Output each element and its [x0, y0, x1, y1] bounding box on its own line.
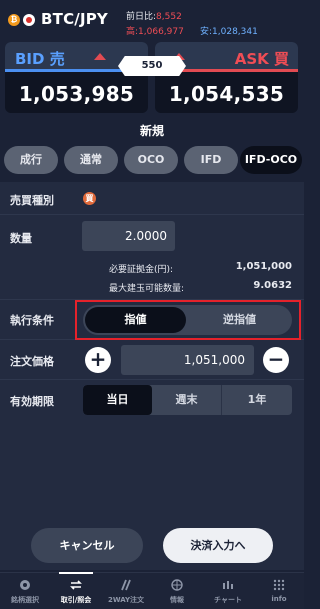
expiry-row: 有効期限 当日 週末 1年 — [0, 380, 304, 420]
nav-label: チャート — [214, 596, 242, 604]
2way-icon — [121, 579, 131, 591]
spread-badge: 550 — [118, 56, 186, 76]
margin-label: 必要証拠金(円): — [109, 265, 174, 275]
low-stat: 安:1,028,341 — [200, 24, 258, 37]
nav-more-info[interactable]: info — [254, 573, 304, 609]
tab-market[interactable]: 成行 — [4, 146, 58, 174]
order-type-tabs: 成行 通常 OCO IFD IFD-OCO — [0, 146, 304, 176]
nav-trade-inquiry[interactable]: 取引/照会 — [51, 572, 101, 609]
high-stat: 高:1,066,977 — [126, 24, 184, 37]
expiry-today[interactable]: 当日 — [83, 385, 152, 415]
header: ₿ BTC/JPY 前日比:8,552 高:1,066,977 安:1,028,… — [0, 0, 304, 42]
high-label: 高: — [126, 27, 139, 37]
nav-label: 銘柄選択 — [11, 596, 39, 604]
chart-icon — [223, 581, 233, 589]
side-label: 売買種別 — [10, 194, 54, 207]
margin-value: 1,051,000 — [235, 261, 292, 272]
change-stat: 前日比:8,552 — [126, 9, 182, 22]
section-title: 新規 — [139, 124, 164, 138]
tab-normal[interactable]: 通常 — [64, 146, 118, 174]
max-qty-value: 9.0632 — [253, 280, 292, 291]
btc-coin-icon: ₿ — [8, 14, 20, 26]
tab-ifd-oco[interactable]: IFD-OCO — [240, 146, 302, 174]
nav-chart[interactable]: チャート — [203, 573, 253, 609]
expiry-one-year[interactable]: 1年 — [222, 385, 292, 415]
jpy-flag-icon — [23, 14, 35, 26]
expiry-weekend[interactable]: 週末 — [152, 385, 222, 415]
globe-icon — [171, 579, 183, 591]
change-value: 8,552 — [156, 12, 182, 22]
plus-button[interactable]: + — [85, 347, 111, 373]
tab-oco[interactable]: OCO — [124, 146, 178, 174]
qty-input[interactable]: 2.0000 — [82, 221, 175, 251]
grid-icon — [273, 579, 285, 591]
trade-icon — [70, 580, 82, 590]
qty-label: 数量 — [10, 232, 32, 245]
ask-panel[interactable]: ASK 買 1,054,535 — [155, 42, 298, 113]
exec-limit-option[interactable]: 指値 — [85, 307, 186, 333]
settle-entry-button[interactable]: 決済入力へ — [163, 528, 273, 563]
buy-badge: 買 — [83, 192, 96, 205]
change-label: 前日比: — [126, 12, 157, 22]
price-row: 注文価格 + 1,051,000 − — [0, 340, 304, 380]
nav-2way-order[interactable]: 2WAY注文 — [101, 573, 151, 609]
up-arrow-icon — [94, 53, 106, 60]
nav-label: 情報 — [170, 596, 184, 604]
low-label: 安: — [200, 27, 213, 37]
expiry-selector: 当日 週末 1年 — [83, 385, 292, 415]
price-input[interactable]: 1,051,000 — [121, 345, 254, 375]
symbol-icon — [20, 580, 30, 590]
nav-label: 2WAY注文 — [107, 596, 145, 604]
ask-price: 1,054,535 — [168, 82, 285, 106]
ask-label: ASK 買 — [234, 50, 289, 68]
exec-label: 執行条件 — [10, 314, 54, 327]
nav-info[interactable]: 情報 — [152, 573, 202, 609]
minus-button[interactable]: − — [263, 347, 289, 373]
bid-label: BID 売 — [15, 50, 65, 68]
bottom-nav: 銘柄選択 取引/照会 2WAY注文 情報 チャート info — [0, 572, 304, 609]
order-form: 売買種別 買 数量 2.0000 必要証拠金(円): 1,051,000 最大建… — [0, 182, 304, 570]
nav-label: info — [271, 595, 287, 603]
expiry-label: 有効期限 — [10, 395, 54, 408]
cancel-button[interactable]: キャンセル — [31, 528, 143, 563]
low-value: 1,028,341 — [212, 27, 258, 37]
nav-label: 取引/照会 — [60, 596, 92, 604]
side-row: 売買種別 買 — [0, 182, 304, 215]
max-qty-label: 最大建玉可能数量: — [109, 284, 185, 294]
exec-toggle: 指値 逆指値 — [83, 305, 292, 335]
bid-price: 1,053,985 — [18, 82, 135, 106]
high-value: 1,066,977 — [138, 27, 184, 37]
price-label: 注文価格 — [10, 355, 54, 368]
pair-title[interactable]: BTC/JPY — [41, 10, 108, 28]
bid-panel[interactable]: BID 売 1,053,985 — [5, 42, 148, 113]
exec-stop-option[interactable]: 逆指値 — [187, 305, 292, 335]
tab-ifd[interactable]: IFD — [184, 146, 238, 174]
nav-symbol-select[interactable]: 銘柄選択 — [0, 573, 50, 609]
qty-row: 数量 2.0000 必要証拠金(円): 1,051,000 最大建玉可能数量: … — [0, 215, 304, 300]
